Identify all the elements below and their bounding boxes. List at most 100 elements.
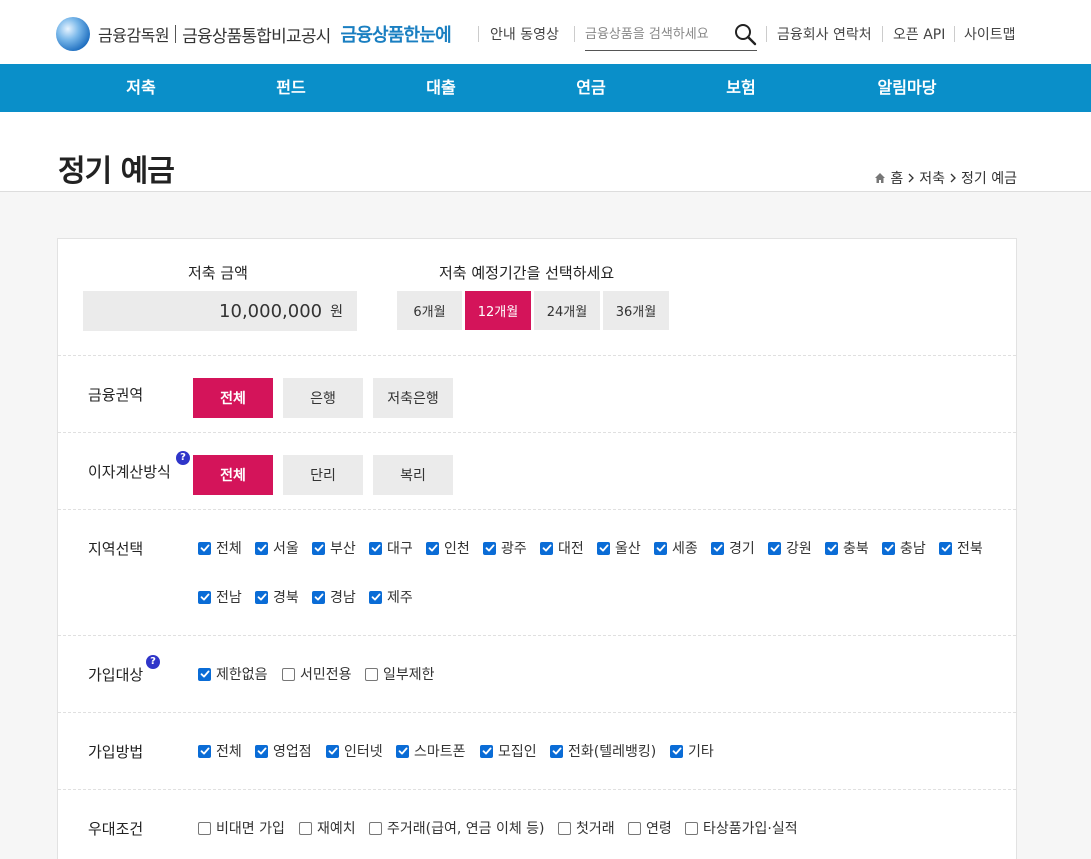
amount-field[interactable]: 10,000,000 원 (83, 291, 357, 331)
help-icon[interactable]: ? (176, 451, 190, 465)
region-checkbox[interactable]: 제주 (369, 587, 413, 607)
region-checkbox[interactable]: 인천 (426, 538, 470, 558)
method-checkbox[interactable]: 인터넷 (326, 741, 383, 761)
checkbox-unchecked-icon[interactable] (282, 667, 295, 681)
checkbox-checked-icon[interactable] (426, 541, 439, 555)
region-checkbox[interactable]: 강원 (768, 538, 812, 558)
region-checkbox[interactable]: 서울 (255, 538, 299, 558)
site-logo[interactable]: 금융감독원 금융상품통합비교공시 금융상품한눈에 (56, 16, 452, 52)
interest-compound-button[interactable]: 복리 (373, 455, 453, 495)
preferential-checkbox[interactable]: 연령 (628, 818, 672, 838)
checkbox-checked-icon[interactable] (654, 541, 667, 555)
guide-video-link[interactable]: 안내 동영상 (490, 24, 559, 44)
method-checkbox[interactable]: 기타 (670, 741, 714, 761)
checkbox-checked-icon[interactable] (711, 541, 724, 555)
nav-item-pension[interactable]: 연금 (541, 64, 641, 112)
checkbox-unchecked-icon[interactable] (628, 821, 641, 835)
breadcrumb-home[interactable]: 홈 (890, 168, 903, 188)
eligibility-checkbox[interactable]: 일부제한 (365, 664, 435, 684)
checkbox-checked-icon[interactable] (198, 744, 211, 758)
region-checkbox[interactable]: 충남 (882, 538, 926, 558)
checkbox-checked-icon[interactable] (198, 667, 211, 681)
method-checkbox[interactable]: 스마트폰 (396, 741, 466, 761)
help-icon[interactable]: ? (146, 655, 160, 669)
preferential-checkbox[interactable]: 타상품가입·실적 (685, 818, 798, 838)
region-checkbox[interactable]: 경기 (711, 538, 755, 558)
checkbox-unchecked-icon[interactable] (685, 821, 698, 835)
method-checkbox[interactable]: 영업점 (255, 741, 312, 761)
sector-savings-bank-button[interactable]: 저축은행 (373, 378, 453, 418)
checkbox-checked-icon[interactable] (396, 744, 409, 758)
nav-item-savings[interactable]: 저축 (91, 64, 191, 112)
breadcrumb-savings[interactable]: 저축 (919, 168, 945, 188)
checkbox-checked-icon[interactable] (255, 541, 268, 555)
checkbox-checked-icon[interactable] (825, 541, 838, 555)
preferential-checkbox[interactable]: 첫거래 (558, 818, 615, 838)
checkbox-checked-icon[interactable] (939, 541, 952, 555)
checkbox-label: 전남 (216, 590, 242, 606)
preferential-checkbox[interactable]: 비대면 가입 (198, 818, 285, 838)
nav-item-funds[interactable]: 펀드 (241, 64, 341, 112)
checkbox-checked-icon[interactable] (480, 744, 493, 758)
contacts-link[interactable]: 금융회사 연락처 (777, 24, 872, 44)
checkbox-checked-icon[interactable] (597, 541, 610, 555)
region-checkbox[interactable]: 경남 (312, 587, 356, 607)
eligibility-checkbox[interactable]: 서민전용 (282, 664, 352, 684)
open-api-link[interactable]: 오픈 API (893, 24, 945, 44)
region-checkbox[interactable]: 전체 (198, 538, 242, 558)
checkbox-unchecked-icon[interactable] (299, 821, 312, 835)
checkbox-checked-icon[interactable] (882, 541, 895, 555)
preferential-checkbox[interactable]: 재예치 (299, 818, 356, 838)
checkbox-checked-icon[interactable] (198, 590, 211, 604)
region-checkbox[interactable]: 부산 (312, 538, 356, 558)
region-checkbox[interactable]: 광주 (483, 538, 527, 558)
checkbox-checked-icon[interactable] (369, 541, 382, 555)
checkbox-checked-icon[interactable] (326, 744, 339, 758)
search-icon[interactable] (733, 22, 757, 46)
nav-item-notices[interactable]: 알림마당 (857, 64, 957, 112)
method-checkbox[interactable]: 전화(텔레뱅킹) (550, 741, 656, 761)
checkbox-label: 제한없음 (216, 667, 268, 683)
period-12-button[interactable]: 12개월 (465, 291, 531, 330)
checkbox-checked-icon[interactable] (369, 590, 382, 604)
checkbox-checked-icon[interactable] (312, 541, 325, 555)
checkbox-checked-icon[interactable] (312, 590, 325, 604)
checkbox-checked-icon[interactable] (540, 541, 553, 555)
region-checkbox[interactable]: 세종 (654, 538, 698, 558)
region-checkbox[interactable]: 대구 (369, 538, 413, 558)
nav-item-insurance[interactable]: 보험 (691, 64, 791, 112)
region-checkbox[interactable]: 충북 (825, 538, 869, 558)
checkbox-checked-icon[interactable] (768, 541, 781, 555)
amount-value: 10,000,000 (219, 300, 323, 322)
period-36-button[interactable]: 36개월 (603, 291, 669, 330)
region-checkbox[interactable]: 대전 (540, 538, 584, 558)
eligibility-checkbox[interactable]: 제한없음 (198, 664, 268, 684)
checkbox-unchecked-icon[interactable] (198, 821, 211, 835)
preferential-checkbox[interactable]: 주거래(급여, 연금 이체 등) (369, 818, 545, 838)
checkbox-checked-icon[interactable] (550, 744, 563, 758)
nav-item-loans[interactable]: 대출 (391, 64, 491, 112)
period-24-button[interactable]: 24개월 (534, 291, 600, 330)
checkbox-checked-icon[interactable] (483, 541, 496, 555)
checkbox-checked-icon[interactable] (670, 744, 683, 758)
region-checkbox[interactable]: 울산 (597, 538, 641, 558)
search-box (585, 20, 757, 51)
method-checkbox[interactable]: 전체 (198, 741, 242, 761)
checkbox-checked-icon[interactable] (198, 541, 211, 555)
sector-bank-button[interactable]: 은행 (283, 378, 363, 418)
checkbox-checked-icon[interactable] (255, 590, 268, 604)
checkbox-checked-icon[interactable] (255, 744, 268, 758)
region-checkbox[interactable]: 전북 (939, 538, 983, 558)
region-checkbox[interactable]: 전남 (198, 587, 242, 607)
sitemap-link[interactable]: 사이트맵 (964, 24, 1016, 44)
period-6-button[interactable]: 6개월 (397, 291, 462, 330)
method-checkbox[interactable]: 모집인 (480, 741, 537, 761)
checkbox-unchecked-icon[interactable] (558, 821, 571, 835)
checkbox-unchecked-icon[interactable] (369, 821, 382, 835)
interest-all-button[interactable]: 전체 (193, 455, 273, 495)
checkbox-unchecked-icon[interactable] (365, 667, 378, 681)
interest-simple-button[interactable]: 단리 (283, 455, 363, 495)
sector-all-button[interactable]: 전체 (193, 378, 273, 418)
region-checkbox[interactable]: 경북 (255, 587, 299, 607)
search-input[interactable] (585, 20, 725, 48)
